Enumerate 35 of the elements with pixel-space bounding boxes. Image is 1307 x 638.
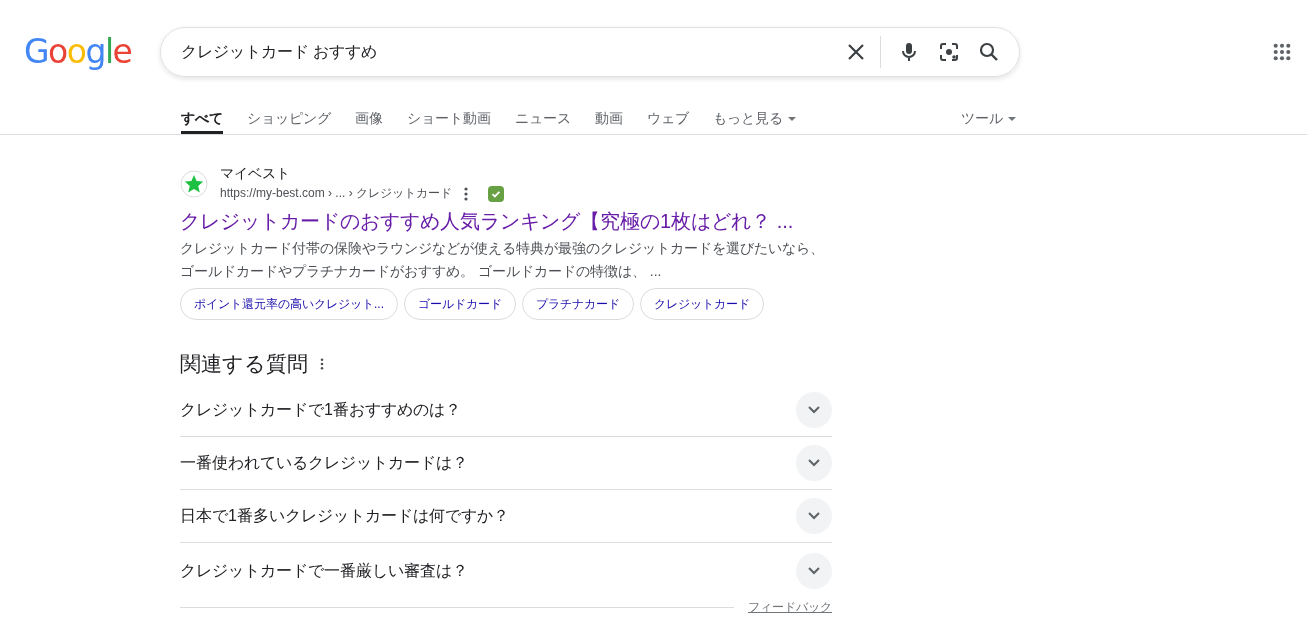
search-tab[interactable]: もっと見る	[713, 104, 796, 134]
question-text[interactable]: クレジットカードで一番厳しい審査は？	[180, 560, 468, 582]
tools-menu[interactable]: ツール	[961, 104, 1016, 134]
search-tab[interactable]: 画像	[355, 104, 383, 134]
search-tab[interactable]: ショッピング	[247, 104, 331, 134]
expand-button[interactable]	[796, 392, 832, 428]
site-name: マイベスト	[220, 165, 291, 183]
question-text[interactable]: クレジットカードで1番おすすめのは？	[180, 399, 461, 421]
chevron-icon	[808, 406, 820, 414]
more-options-icon[interactable]	[320, 358, 324, 370]
chevron-icon	[808, 567, 820, 575]
search-tab[interactable]: ショート動画	[407, 104, 491, 134]
search-tab[interactable]: ウェブ	[647, 104, 689, 134]
question-text[interactable]: 日本で1番多いクレジットカードは何ですか？	[180, 505, 509, 527]
camera-icon[interactable]	[937, 40, 961, 64]
expand-button[interactable]	[796, 553, 832, 589]
search-tab[interactable]: ニュース	[515, 104, 571, 134]
question-text[interactable]: 一番使われているクレジットカードは？	[180, 452, 468, 474]
result-title-link[interactable]: クレジットカードのおすすめ人気ランキング【究極の1枚はどれ？ ...	[180, 208, 832, 234]
feedback-link[interactable]: フィードバック	[748, 599, 832, 616]
apps-grid-icon[interactable]	[1273, 43, 1291, 61]
section-heading: 関連する質問	[180, 351, 308, 377]
expand-button[interactable]	[796, 445, 832, 481]
search-tab[interactable]: 動画	[595, 104, 623, 134]
google-logo[interactable]: Google	[24, 31, 138, 71]
result-url[interactable]: https://my-best.com › ... › クレジットカード	[220, 185, 453, 202]
caret-icon	[1008, 116, 1016, 121]
chevron-icon	[808, 459, 820, 467]
caret-icon	[788, 116, 796, 121]
expand-button[interactable]	[796, 498, 832, 534]
more-options-icon[interactable]	[464, 186, 469, 201]
search-field[interactable]: クレジットカード おすすめ	[160, 27, 1020, 77]
result-snippet: クレジットカード付帯の保険やラウンジなどが使える特典が最強のクレジットカードを選びたいなら、ゴールドカードやプラチナカードがおすすめ。 ゴールドカードの特徴は、 ...	[180, 239, 825, 281]
search-tab[interactable]: すべて	[181, 104, 223, 134]
chevron-icon	[808, 512, 820, 520]
